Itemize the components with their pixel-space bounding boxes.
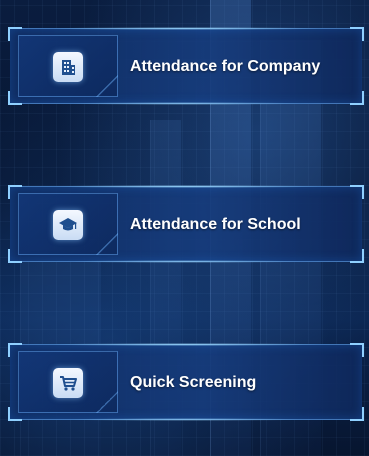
corner-bracket (350, 185, 364, 199)
building-icon (53, 52, 83, 82)
icon-panel (18, 193, 118, 255)
quick-screening-button[interactable]: Quick Screening (8, 343, 364, 421)
attendance-company-label: Attendance for Company (130, 58, 321, 75)
attendance-school-button[interactable]: Attendance for School (8, 185, 364, 263)
shopping-cart-icon (53, 368, 83, 398)
graduation-cap-icon (53, 210, 83, 240)
panel-notch (96, 233, 118, 255)
corner-bracket (350, 27, 364, 41)
attendance-school-label: Attendance for School (130, 216, 301, 233)
icon-panel (18, 351, 118, 413)
quick-screening-label: Quick Screening (130, 374, 257, 391)
attendance-company-button[interactable]: Attendance for Company (8, 27, 364, 105)
panel-notch (96, 75, 118, 97)
corner-bracket (350, 407, 364, 421)
icon-panel (18, 35, 118, 97)
corner-bracket (350, 249, 364, 263)
panel-notch (96, 391, 118, 413)
corner-bracket (350, 343, 364, 357)
corner-bracket (350, 91, 364, 105)
